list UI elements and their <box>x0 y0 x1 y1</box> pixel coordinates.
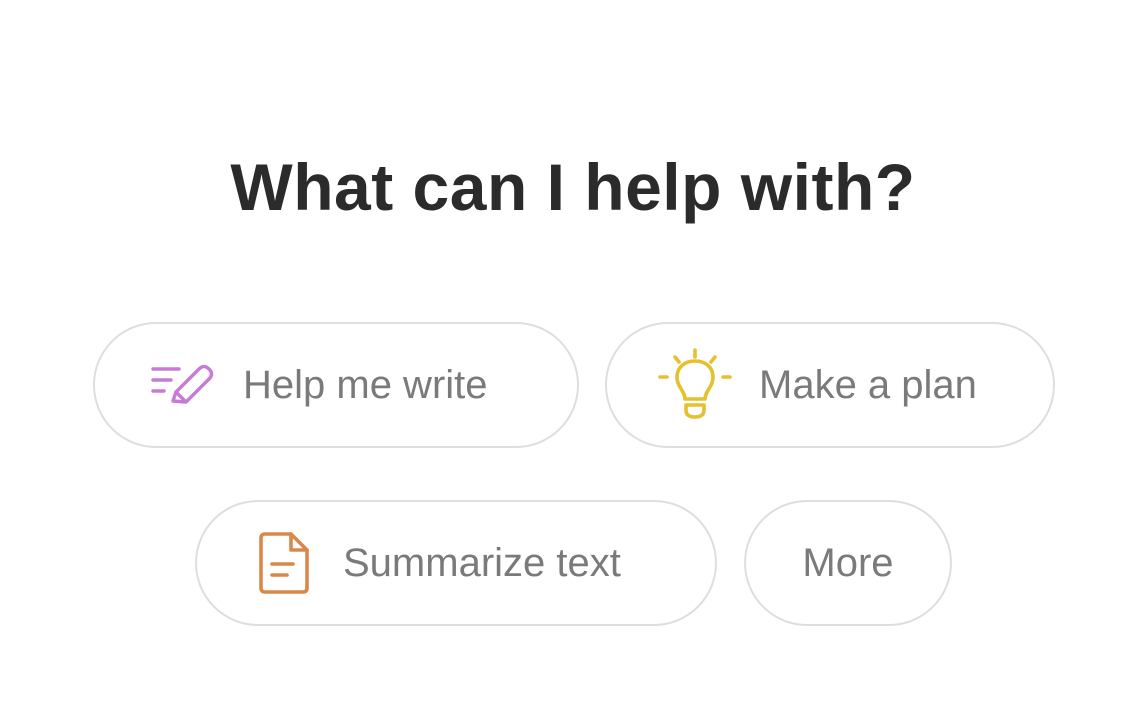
suggestion-screen: What can I help with? Help me write Make… <box>0 0 1146 716</box>
make-a-plan-label: Make a plan <box>759 363 977 407</box>
more-button[interactable]: More <box>744 500 952 626</box>
pen-lines-icon <box>149 360 219 410</box>
more-label: More <box>802 541 894 585</box>
summarize-text-button[interactable]: Summarize text <box>195 500 717 626</box>
help-me-write-button[interactable]: Help me write <box>93 322 579 448</box>
summarize-text-label: Summarize text <box>343 541 621 585</box>
lightbulb-icon <box>655 347 735 423</box>
make-a-plan-button[interactable]: Make a plan <box>605 322 1055 448</box>
help-me-write-label: Help me write <box>243 363 488 407</box>
page-title: What can I help with? <box>230 150 916 224</box>
document-icon <box>257 530 313 596</box>
